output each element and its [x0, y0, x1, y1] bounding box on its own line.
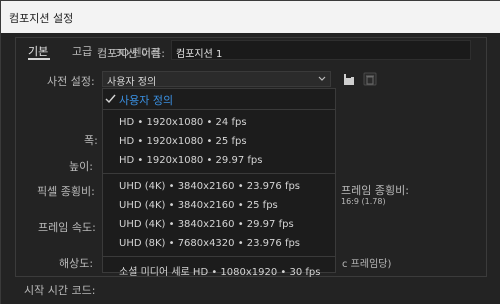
per-frame-text: c 프레임당)	[342, 259, 392, 270]
dropdown-item-hd-24[interactable]: HD • 1920x1080 • 24 fps	[119, 117, 247, 128]
dropdown-item-custom[interactable]: 사용자 정의	[119, 92, 173, 108]
dropdown-item-social-vertical-hd[interactable]: 소셜 미디어 세로 HD • 1080x1920 • 30 fps	[119, 263, 320, 278]
window-title: 컴포지션 설정	[9, 12, 74, 25]
dropdown-item-hd-2997[interactable]: HD • 1920x1080 • 29.97 fps	[119, 155, 262, 166]
trash-icon[interactable]	[362, 71, 378, 87]
pixel-aspect-label: 픽셀 종횡비:	[37, 185, 95, 198]
height-label: 높이:	[69, 160, 93, 173]
frame-aspect-value: 16:9 (1.78)	[341, 197, 386, 206]
tab-3d-renderer[interactable]: 3D 렌더러	[115, 44, 160, 59]
dropdown-item-uhd4k-23976[interactable]: UHD (4K) • 3840x2160 • 23.976 fps	[119, 181, 300, 192]
title-bar[interactable]: 컴포지션 설정	[1, 1, 500, 33]
dropdown-item-uhd8k-23976[interactable]: UHD (8K) • 7680x4320 • 23.976 fps	[119, 238, 300, 249]
dropdown-separator	[103, 256, 335, 257]
tab-advanced[interactable]: 고급	[72, 43, 92, 59]
chevron-down-icon	[318, 76, 326, 81]
preset-select[interactable]: 사용자 정의	[102, 71, 331, 88]
resolution-label: 해상도:	[59, 257, 94, 270]
preset-value: 사용자 정의	[107, 77, 157, 88]
dropdown-item-uhd4k-2997[interactable]: UHD (4K) • 3840x2160 • 29.97 fps	[119, 219, 294, 230]
dropdown-item-uhd4k-25[interactable]: UHD (4K) • 3840x2160 • 25 fps	[119, 200, 278, 211]
frame-rate-label: 프레임 속도:	[38, 221, 96, 234]
save-preset-icon[interactable]	[341, 71, 357, 87]
frame-aspect-label: 프레임 종횡비:	[341, 184, 409, 197]
dropdown-item-hd-25[interactable]: HD • 1920x1080 • 25 fps	[119, 136, 247, 147]
dropdown-separator	[103, 109, 335, 110]
composition-settings-window: 컴포지션 설정 컴포지션 이름: 컴포지션 1 기본 고급 3D 렌더러 사전 …	[0, 0, 500, 304]
active-tab-indicator	[28, 58, 50, 60]
start-timecode-label: 시작 시간 코드:	[24, 284, 96, 297]
tab-basic[interactable]: 기본	[28, 43, 48, 59]
preset-dropdown-list[interactable]: 사용자 정의 HD • 1920x1080 • 24 fps HD • 1920…	[102, 88, 336, 278]
dropdown-separator	[103, 173, 335, 174]
checkmark-icon	[105, 94, 116, 104]
width-label: 폭:	[84, 134, 98, 147]
preset-label: 사전 설정:	[47, 75, 95, 88]
